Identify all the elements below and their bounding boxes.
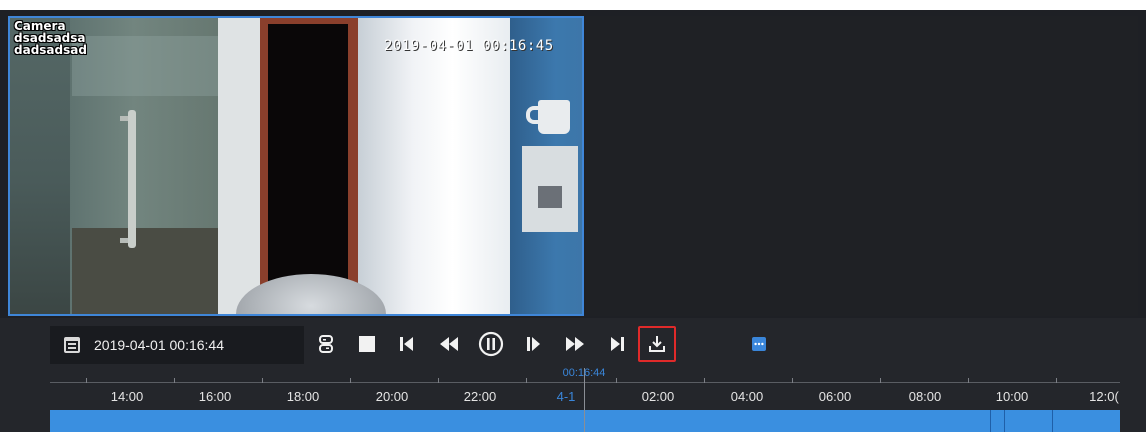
fast-forward-button[interactable]: [556, 326, 594, 362]
more-button[interactable]: [740, 326, 778, 362]
scene-mug: [538, 100, 570, 134]
timeline-tick: [350, 378, 351, 383]
recording-gap-mark: [990, 410, 991, 432]
top-strip: [0, 0, 1146, 10]
video-pane-active[interactable]: Camera dsadsadsa dadsadsad 2019-04-01 00…: [8, 16, 584, 316]
rewind-icon: [440, 337, 458, 351]
previous-frame-icon: [400, 337, 413, 351]
download-icon: [649, 336, 665, 352]
timeline-label: 06:00: [818, 389, 852, 404]
playhead-time: 00:16:44: [562, 367, 606, 379]
download-button[interactable]: [638, 326, 676, 362]
timeline-tick: [1056, 378, 1057, 383]
stop-icon: [359, 336, 375, 352]
recording-bar[interactable]: [50, 410, 1120, 432]
timeline-tick: [880, 378, 881, 383]
scene-bright-wall: [358, 18, 516, 314]
scene-pillar: [218, 18, 262, 314]
timeline-label: 14:00: [110, 389, 144, 404]
timeline-tick: [438, 378, 439, 383]
rewind-button[interactable]: [430, 326, 468, 362]
timeline-label: 10:00: [995, 389, 1029, 404]
previous-frame-button[interactable]: [388, 326, 426, 362]
timeline-label: 04:00: [730, 389, 764, 404]
osd-camera-name: Camera dsadsadsa dadsadsad: [14, 20, 87, 56]
timeline-label: 12:0(: [1089, 389, 1119, 404]
step-forward-button[interactable]: [515, 326, 553, 362]
scene-notice-image: [538, 186, 562, 208]
timeline-label: 08:00: [908, 389, 942, 404]
next-frame-icon: [611, 337, 624, 351]
video-area: Camera dsadsadsa dadsadsad 2019-04-01 00…: [0, 10, 1146, 318]
scene-frost-stripe: [72, 36, 228, 96]
timeline-label: 02:00: [641, 389, 675, 404]
timeline-label: 18:00: [286, 389, 320, 404]
timeline-label: 20:00: [375, 389, 409, 404]
fast-forward-icon: [566, 337, 584, 351]
timeline-tick: [174, 378, 175, 383]
date-picker[interactable]: 2019-04-01 00:16:44: [50, 326, 304, 364]
split-screen-icon: [319, 335, 333, 353]
pause-icon: [478, 331, 504, 357]
calendar-icon[interactable]: [64, 337, 80, 353]
timeline-ruler: [50, 382, 1120, 383]
osd-name-line: dadsadsad: [14, 43, 87, 57]
current-datetime: 2019-04-01 00:16:44: [94, 337, 224, 353]
timeline-tick: [262, 378, 263, 383]
more-icon: [752, 337, 766, 351]
stop-button[interactable]: [348, 326, 386, 362]
timeline-tick: [704, 378, 705, 383]
pause-button[interactable]: [472, 326, 510, 362]
scene-door-handle: [128, 110, 136, 248]
timeline[interactable]: 14:00 16:00 18:00 20:00 22:00 4-1 02:00 …: [0, 367, 1146, 432]
scene-door-bottom: [72, 228, 228, 314]
timeline-tick: [86, 378, 87, 383]
split-screen-button[interactable]: [307, 326, 345, 362]
timeline-label: 22:00: [463, 389, 497, 404]
timeline-tick: [792, 378, 793, 383]
step-forward-icon: [527, 337, 540, 351]
timeline-date-label: 4-1: [556, 389, 576, 404]
recording-gap-mark: [1004, 410, 1005, 432]
playback-control-bar: 2019-04-01 00:16:44: [0, 318, 1146, 368]
timeline-tick: [616, 378, 617, 383]
timeline-label: 16:00: [198, 389, 232, 404]
osd-timestamp: 2019-04-01 00:16:45: [384, 38, 554, 54]
video-pane-empty[interactable]: [586, 16, 1138, 316]
timeline-tick: [968, 378, 969, 383]
recording-gap-mark: [1052, 410, 1053, 432]
scene-doorway: [268, 24, 348, 294]
timeline-tick: [526, 378, 527, 383]
next-frame-button[interactable]: [598, 326, 636, 362]
